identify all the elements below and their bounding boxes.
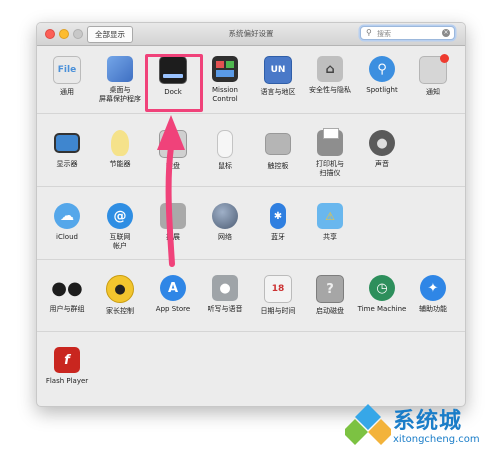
system-preferences-window: 全部显示 系统偏好设置 ⚲ 搜索 × File 通用 桌面与 屏幕保护程序 Do… bbox=[36, 22, 466, 407]
startup-disk-icon: ? bbox=[316, 275, 344, 303]
mission-control-icon bbox=[212, 56, 238, 82]
pref-security-privacy[interactable]: ⌂ 安全性与隐私 bbox=[305, 56, 355, 95]
pref-bluetooth[interactable]: ✱ 蓝牙 bbox=[253, 203, 303, 242]
keyboard-icon bbox=[159, 130, 187, 158]
microphone-icon: ● bbox=[212, 275, 238, 301]
pref-keyboard[interactable]: 键盘 bbox=[148, 130, 198, 171]
pref-icloud[interactable]: ☁ iCloud bbox=[42, 203, 92, 242]
trackpad-icon bbox=[265, 133, 291, 155]
pref-extensions[interactable]: 扩展 bbox=[148, 203, 198, 242]
extensions-icon bbox=[160, 203, 186, 229]
printer-icon bbox=[317, 128, 343, 156]
app-store-icon: A bbox=[160, 275, 186, 301]
row-divider bbox=[37, 259, 465, 260]
pref-notifications[interactable]: 通知 bbox=[408, 54, 458, 97]
dock-highlight-box bbox=[145, 54, 203, 112]
pref-date-time[interactable]: 18 日期与时间 bbox=[253, 275, 303, 316]
energy-bulb-icon bbox=[111, 130, 129, 156]
clear-search-icon[interactable]: × bbox=[442, 29, 450, 37]
pref-mission-control[interactable]: Mission Control bbox=[200, 56, 250, 104]
pref-time-machine[interactable]: ◷ Time Machine bbox=[357, 275, 407, 314]
notifications-icon bbox=[419, 54, 449, 84]
calendar-clock-icon: 18 bbox=[264, 275, 292, 303]
pref-app-store[interactable]: A App Store bbox=[148, 275, 198, 314]
pref-desktop-screensaver[interactable]: 桌面与 屏幕保护程序 bbox=[95, 56, 145, 104]
pref-trackpad[interactable]: 触控板 bbox=[253, 130, 303, 171]
row-divider bbox=[37, 113, 465, 114]
accessibility-icon: ✦ bbox=[420, 275, 446, 301]
pref-flash-player[interactable]: f Flash Player bbox=[42, 347, 92, 386]
watermark-url: xitongcheng.com bbox=[393, 434, 480, 445]
pref-displays[interactable]: 显示器 bbox=[42, 130, 92, 169]
language-flag-icon: UN bbox=[264, 56, 292, 84]
pref-parental-controls[interactable]: ● 家长控制 bbox=[95, 275, 145, 316]
pref-language-region[interactable]: UN 语言与地区 bbox=[253, 56, 303, 97]
pref-printers-scanners[interactable]: 打印机与 扫描仪 bbox=[305, 128, 355, 178]
general-icon: File bbox=[53, 56, 81, 84]
pref-network[interactable]: 网络 bbox=[200, 203, 250, 242]
users-icon: ●● bbox=[51, 277, 83, 299]
watermark: 系统城 xitongcheng.com bbox=[345, 398, 500, 455]
watermark-brand: 系统城 bbox=[393, 409, 463, 434]
sharing-folder-icon: ⚠ bbox=[317, 203, 343, 229]
pref-sharing[interactable]: ⚠ 共享 bbox=[305, 203, 355, 242]
search-icon: ⚲ bbox=[366, 28, 372, 37]
spotlight-icon: ⚲ bbox=[369, 56, 395, 82]
pref-general[interactable]: File 通用 bbox=[42, 56, 92, 97]
pref-row-system: ●● 用户与群组 ● 家长控制 A App Store ● 听写与语音 18 日… bbox=[37, 275, 465, 345]
time-machine-icon: ◷ bbox=[369, 275, 395, 301]
pref-row-hardware: 显示器 节能器 键盘 鼠标 触控板 打印机与 扫描仪 ● 声音 bbox=[37, 128, 465, 200]
pref-startup-disk[interactable]: ? 启动磁盘 bbox=[305, 275, 355, 316]
parental-controls-icon: ● bbox=[106, 275, 134, 303]
title-bar: 全部显示 系统偏好设置 ⚲ 搜索 × bbox=[37, 23, 465, 46]
pref-sound[interactable]: ● 声音 bbox=[357, 130, 407, 169]
search-placeholder: 搜索 bbox=[377, 30, 391, 38]
watermark-logo-icon bbox=[345, 404, 391, 445]
pref-internet-accounts[interactable]: @ 互联网 帐户 bbox=[95, 203, 145, 251]
row-divider bbox=[37, 186, 465, 187]
network-globe-icon bbox=[212, 203, 238, 229]
search-field[interactable]: ⚲ 搜索 × bbox=[360, 26, 455, 40]
icloud-icon: ☁ bbox=[54, 203, 80, 229]
pref-spotlight[interactable]: ⚲ Spotlight bbox=[357, 56, 407, 95]
flash-player-icon: f bbox=[54, 347, 80, 373]
pref-users-groups[interactable]: ●● 用户与群组 bbox=[42, 275, 92, 314]
internet-accounts-icon: @ bbox=[107, 203, 133, 229]
mouse-icon bbox=[217, 130, 233, 158]
pref-mouse[interactable]: 鼠标 bbox=[200, 130, 250, 171]
speaker-icon: ● bbox=[369, 130, 395, 156]
desktop-icon bbox=[107, 56, 133, 82]
row-divider bbox=[37, 331, 465, 332]
house-lock-icon: ⌂ bbox=[317, 56, 343, 82]
display-icon bbox=[54, 133, 80, 153]
pref-row-internet: ☁ iCloud @ 互联网 帐户 扩展 网络 ✱ 蓝牙 ⚠ 共享 bbox=[37, 203, 465, 273]
pref-accessibility[interactable]: ✦ 辅助功能 bbox=[408, 275, 458, 314]
pref-energy-saver[interactable]: 节能器 bbox=[95, 130, 145, 169]
bluetooth-icon: ✱ bbox=[270, 203, 286, 229]
pref-dictation-speech[interactable]: ● 听写与语音 bbox=[200, 275, 250, 314]
